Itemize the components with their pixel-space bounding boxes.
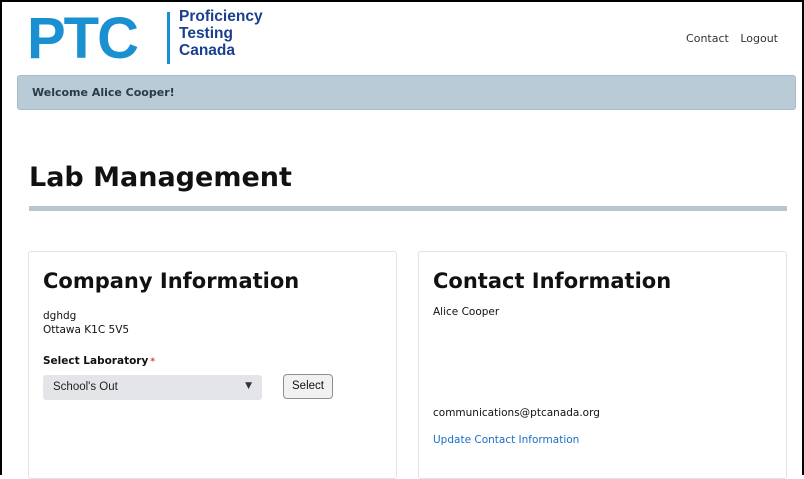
contact-link[interactable]: Contact: [686, 32, 729, 45]
contact-information-heading: Contact Information: [433, 269, 672, 293]
logo-line-1: Proficiency: [179, 8, 263, 25]
welcome-text: Welcome Alice Cooper!: [32, 86, 175, 99]
logo-wordmark: Proficiency Testing Canada: [179, 8, 263, 59]
contact-email: communications@ptcanada.org: [433, 407, 600, 419]
logo-divider: [167, 12, 170, 64]
title-divider: [29, 206, 787, 211]
page-frame: PTC Proficiency Testing Canada Contact L…: [0, 0, 804, 479]
top-nav: Contact Logout: [678, 32, 778, 45]
logo-mark: PTC: [27, 6, 139, 71]
select-button[interactable]: Select: [283, 374, 333, 399]
dropdown-caret-icon: ▼: [245, 381, 252, 391]
welcome-banner: Welcome Alice Cooper!: [17, 75, 796, 110]
select-laboratory-label: Select Laboratory *: [43, 355, 155, 367]
company-information-card: Company Information dghdg Ottawa K1C 5V5…: [28, 251, 397, 479]
laboratory-select-value: School's Out: [53, 381, 118, 393]
update-contact-information-link[interactable]: Update Contact Information: [433, 434, 579, 446]
logo-line-3: Canada: [179, 42, 235, 59]
laboratory-select[interactable]: School's Out ▼: [43, 375, 262, 400]
ptc-logo[interactable]: PTC Proficiency Testing Canada: [27, 6, 277, 71]
company-name: dghdg: [43, 310, 77, 322]
company-address: Ottawa K1C 5V5: [43, 324, 130, 336]
page-title: Lab Management: [29, 162, 292, 193]
logout-link[interactable]: Logout: [740, 32, 778, 45]
required-marker: *: [150, 357, 156, 367]
contact-information-card: Contact Information Alice Cooper communi…: [418, 251, 787, 479]
logo-line-2: Testing: [179, 25, 233, 42]
contact-name: Alice Cooper: [433, 306, 500, 318]
select-laboratory-label-text: Select Laboratory: [43, 355, 149, 367]
company-information-heading: Company Information: [43, 269, 300, 293]
site-header: PTC Proficiency Testing Canada Contact L…: [2, 2, 802, 74]
